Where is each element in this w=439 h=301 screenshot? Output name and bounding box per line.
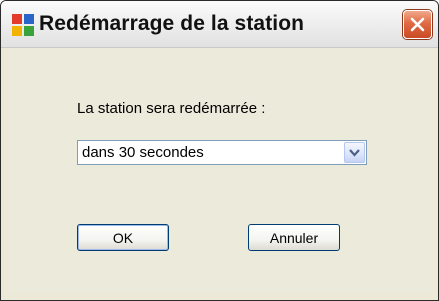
close-button[interactable]: [403, 10, 432, 39]
close-icon: [410, 17, 425, 32]
select-value: dans 30 secondes: [82, 144, 204, 161]
cancel-button[interactable]: Annuler: [248, 224, 340, 251]
chevron-down-icon: [349, 149, 360, 157]
dropdown-button[interactable]: [344, 142, 365, 163]
ok-button[interactable]: OK: [77, 224, 169, 251]
prompt-label: La station sera redémarrée :: [77, 100, 266, 117]
dialog-window: Redémarrage de la station La station ser…: [0, 0, 439, 301]
delay-select[interactable]: dans 30 secondes: [77, 140, 367, 165]
window-title: Redémarrage de la station: [39, 12, 305, 35]
avg-logo-icon: [12, 14, 34, 36]
dialog-body: La station sera redémarrée : dans 30 sec…: [8, 48, 431, 293]
title-bar[interactable]: Redémarrage de la station: [1, 1, 438, 48]
